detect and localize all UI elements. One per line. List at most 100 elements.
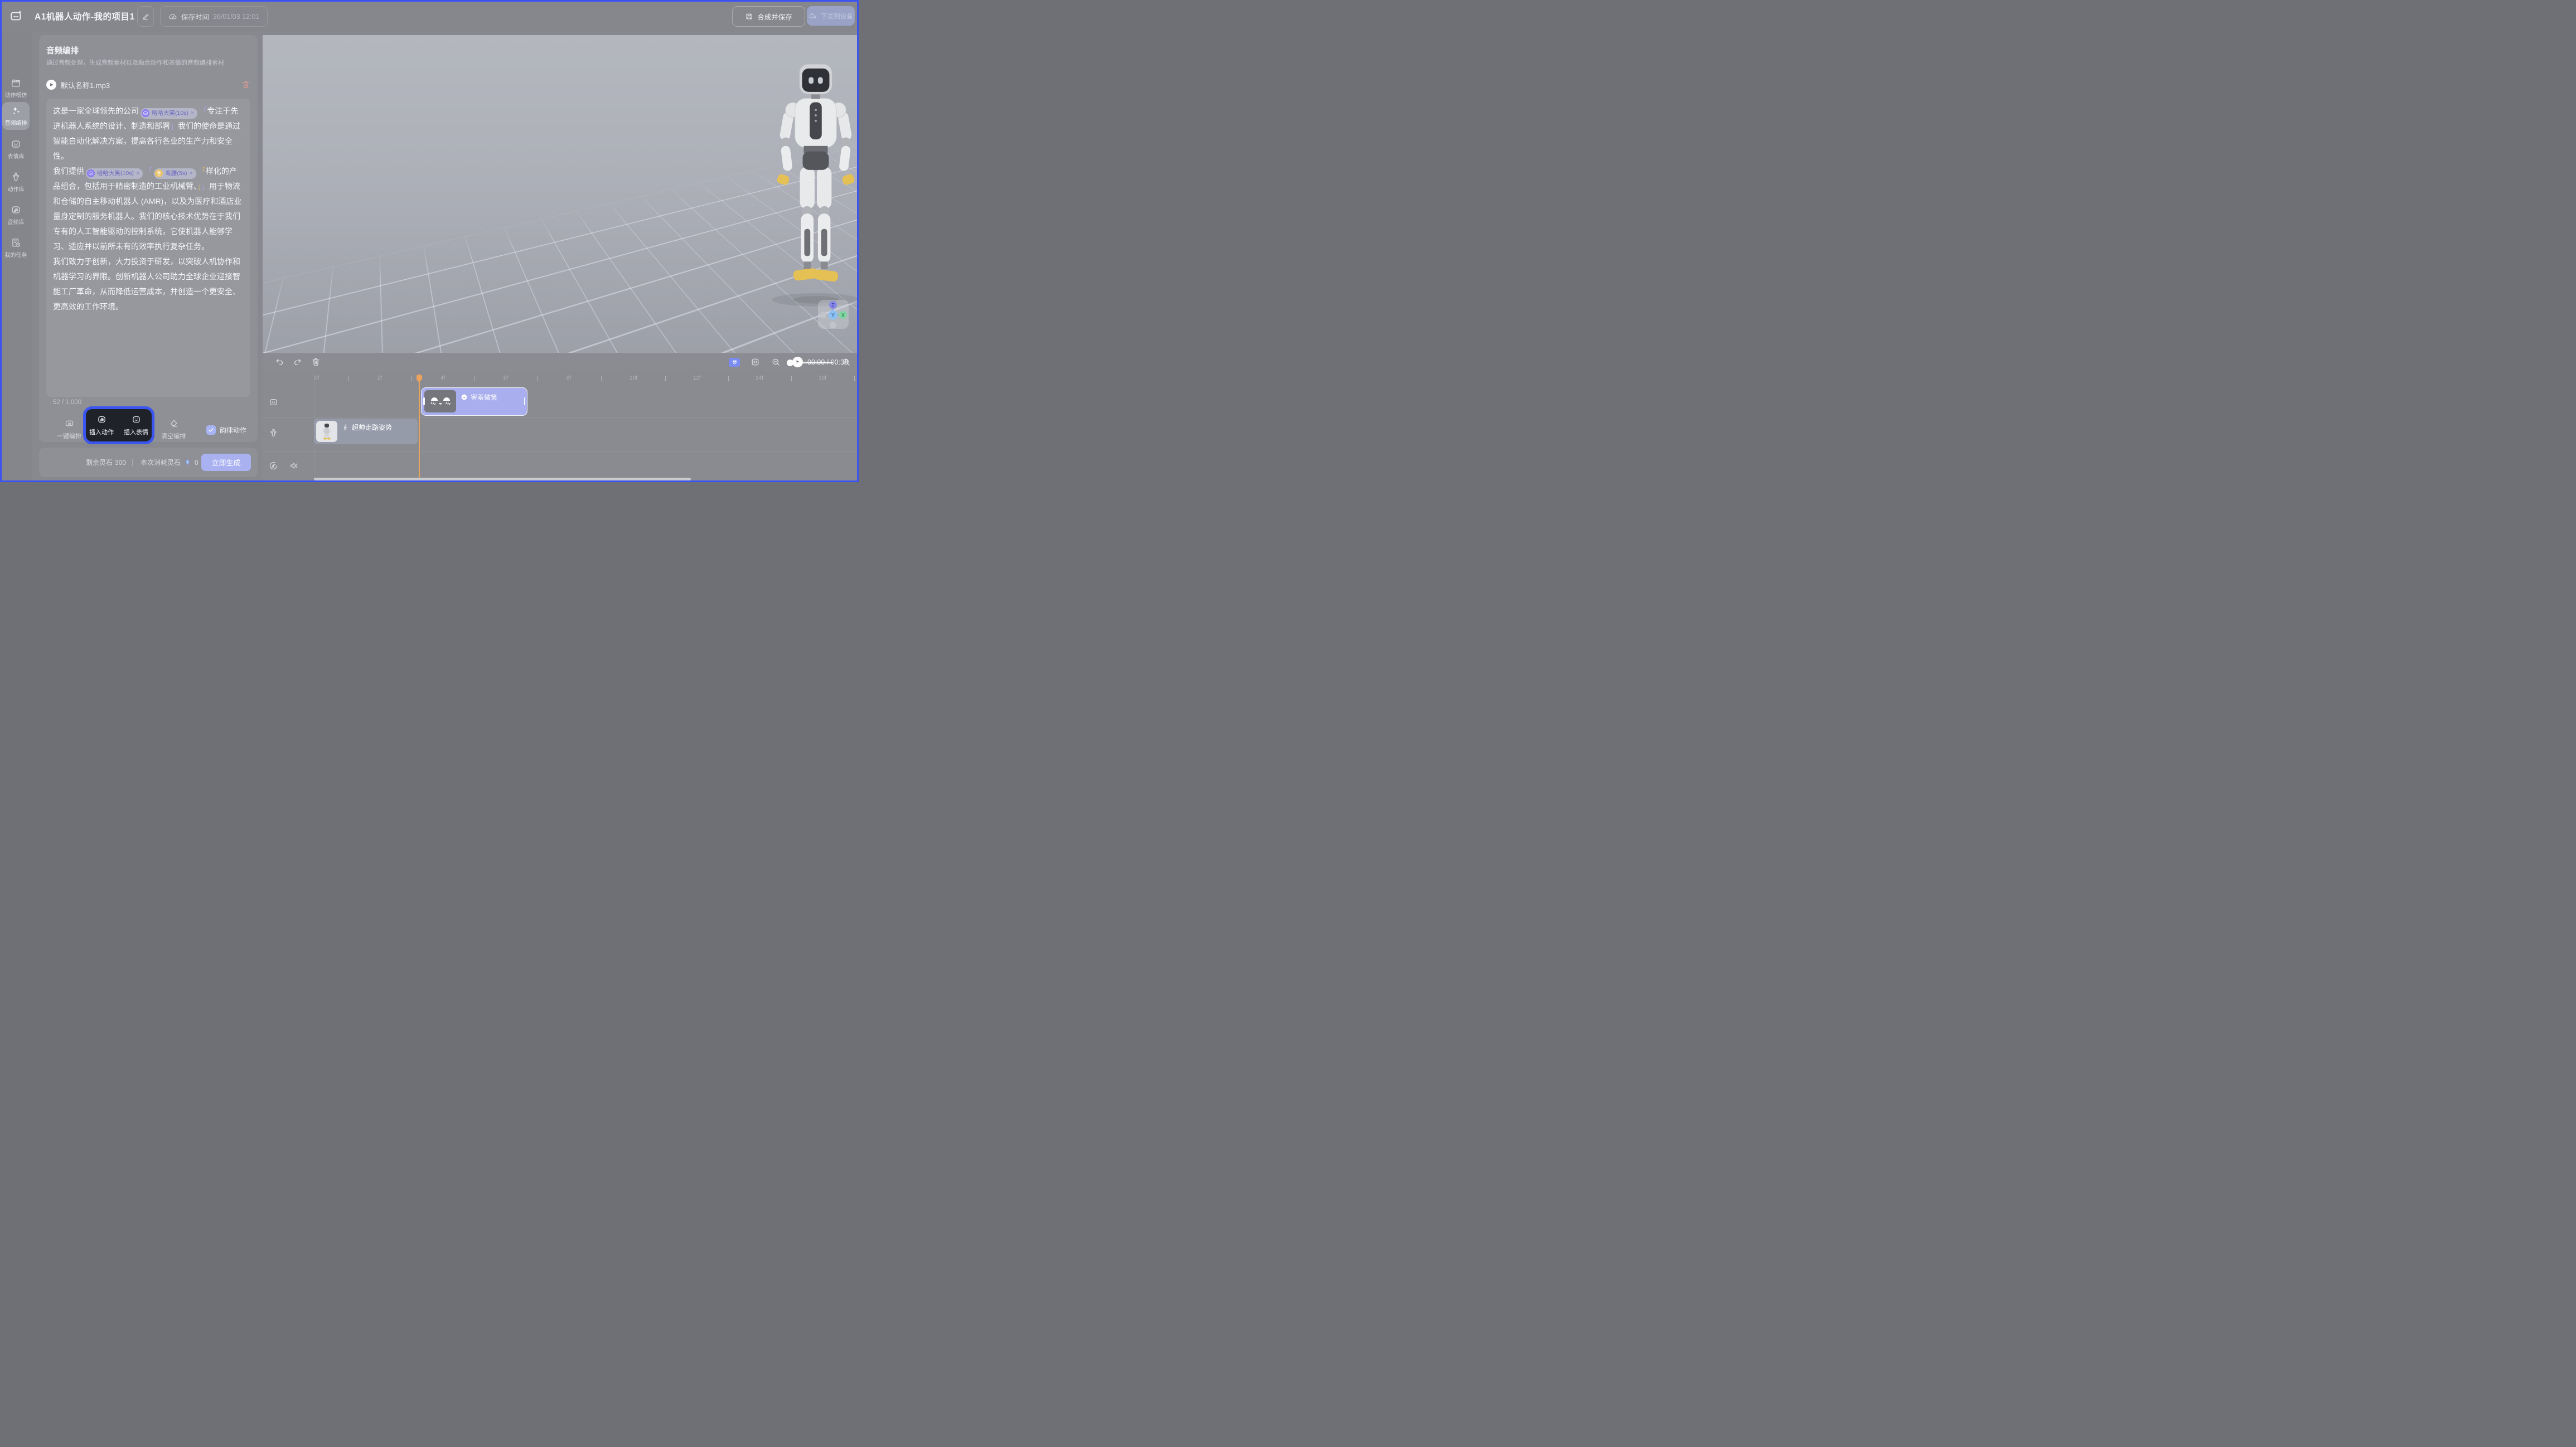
expression-clip-title: 害羞微笑: [461, 392, 497, 402]
clip-resize-handle-left[interactable]: [423, 397, 425, 405]
mini-robot-image: [319, 423, 334, 440]
sidebar-item-label: 动作模仿: [5, 90, 27, 99]
synthesize-save-button[interactable]: 合成并保存: [732, 6, 805, 27]
sidebar-item-motion-library[interactable]: 动作库: [0, 172, 32, 193]
sidebar: 动作模仿 音频编排 表情库 动作库 音频库 我的任务: [0, 32, 32, 482]
ruler-label: 8f: [561, 375, 576, 381]
synthesize-save-label: 合成并保存: [757, 11, 792, 22]
zoom-in-icon[interactable]: [841, 357, 851, 367]
sidebar-item-label: 音频编排: [5, 118, 27, 127]
music-box-icon: [11, 205, 21, 215]
delete-audio-icon[interactable]: [241, 80, 250, 89]
editor-text: 我们提供: [53, 167, 84, 176]
save-icon: [745, 12, 753, 21]
tag-close-icon[interactable]: ×: [191, 110, 194, 116]
rhythm-motion-checkbox[interactable]: [206, 425, 216, 435]
remaining-gems: 剩余灵石 300: [86, 448, 126, 477]
sidebar-item-audio-arrange[interactable]: 音频编排: [2, 102, 30, 130]
audio-file-row: 默认名称1.mp3: [46, 77, 250, 92]
timeline-zoom-slider[interactable]: [788, 362, 833, 363]
save-time-value: 26/01/03 12:01: [213, 13, 259, 21]
clip-resize-handle-right[interactable]: [524, 397, 526, 405]
axis-z-label: Z: [831, 303, 835, 308]
magnet-icon: [732, 360, 738, 366]
rename-project-button[interactable]: [137, 6, 154, 27]
expression-tag[interactable]: 哈哈大笑(10s)×: [86, 168, 143, 179]
insert-motion-button[interactable]: 插入动作: [87, 415, 116, 436]
fit-timeline-icon[interactable]: [750, 357, 760, 367]
ruler-tick: [537, 376, 538, 381]
panel-title: 音频编排: [46, 45, 79, 56]
motion-clip-title: 超帅走路姿势: [342, 423, 392, 432]
motion-track-icon[interactable]: [269, 428, 278, 438]
quote-close: 」: [201, 182, 209, 191]
generate-now-button[interactable]: 立即生成: [201, 454, 251, 471]
redo-icon[interactable]: [293, 357, 302, 367]
cloud-check-icon: [168, 12, 177, 21]
axis-y-label: Y: [831, 313, 835, 319]
delete-clip-icon[interactable]: [311, 357, 321, 367]
sidebar-item-label: 音频库: [8, 217, 25, 226]
ruler-label: 2f: [372, 375, 387, 381]
axis-neg-x-dot: [820, 312, 826, 318]
editor-text: 用于物流和仓储的自主移动机器人 (AMR)，以及为医疗和酒店业量身定制的服务机器…: [53, 182, 241, 251]
sidebar-item-audio-library[interactable]: 音频库: [0, 205, 32, 226]
play-icon: [48, 81, 55, 88]
remaining-gems-value: 300: [115, 459, 126, 467]
expression-tag-icon: [142, 109, 149, 117]
mute-icon[interactable]: [289, 461, 299, 470]
editor-paragraph: 这是一家全球领先的公司哈哈大笑(10s)×「专注于先进机器人系统的设计、制造和部…: [53, 104, 244, 164]
audio-play-button[interactable]: [46, 80, 56, 90]
expression-clip[interactable]: 害羞微笑: [421, 387, 527, 416]
robot-face-icon: [11, 139, 21, 149]
cost-gems-value: 0: [195, 459, 198, 467]
zoom-slider-knob[interactable]: [787, 360, 793, 366]
timeline-horizontal-scrollbar[interactable]: [314, 478, 691, 480]
axis-gizmo[interactable]: Z Y X: [818, 300, 849, 329]
script-editor[interactable]: 这是一家全球领先的公司哈哈大笑(10s)×「专注于先进机器人系统的设计、制造和部…: [46, 99, 250, 397]
one-click-arrange-button[interactable]: 一键编排: [54, 419, 85, 440]
zoom-out-icon[interactable]: [771, 357, 781, 367]
save-time-badge: 保存时间 26/01/03 12:01: [160, 6, 268, 27]
sidebar-item-my-tasks[interactable]: 我的任务: [0, 237, 32, 259]
motion-tag[interactable]: 弯腰(5s)×: [154, 168, 196, 179]
snap-toggle[interactable]: [729, 358, 740, 367]
undo-icon[interactable]: [275, 357, 284, 367]
sparkles-icon: [11, 105, 21, 116]
editor-text: 我们致力于创新，大力投资于研发，以突破人机协作和机器学习的界限。创新机器人公司助…: [53, 257, 240, 311]
audio-track-icon[interactable]: [269, 461, 278, 470]
clear-arrange-label: 清空编排: [161, 431, 186, 440]
check-icon: [208, 427, 214, 433]
ruler-label: 12f: [690, 375, 704, 381]
expression-tag[interactable]: 哈哈大笑(10s)×: [141, 108, 197, 119]
motion-tag-label: 弯腰(5s): [165, 166, 187, 181]
sidebar-item-motion-mimic[interactable]: 动作模仿: [0, 77, 32, 99]
insert-expression-label: 插入表情: [124, 428, 148, 436]
onboarding-spotlight: 插入动作 插入表情: [83, 406, 154, 444]
walking-person-icon: [342, 424, 349, 431]
motion-clip-label: 超帅走路姿势: [352, 423, 392, 432]
playhead[interactable]: [419, 375, 420, 478]
deploy-to-device-label: 下发到设备: [821, 12, 853, 21]
ruler-tick: [665, 376, 666, 381]
deploy-to-device-button[interactable]: 下发到设备: [807, 6, 855, 26]
cost-gems: 本次消耗灵石 0: [141, 448, 198, 477]
tag-close-icon[interactable]: ×: [136, 171, 139, 177]
expression-track-icon[interactable]: [269, 397, 278, 407]
row-divider: [263, 417, 859, 418]
expression-tag-label: 哈哈大笑(10s): [97, 166, 134, 181]
tag-close-icon[interactable]: ×: [189, 171, 192, 177]
save-time-label: 保存时间: [181, 11, 209, 22]
viewport-3d[interactable]: Z Y X: [263, 35, 859, 353]
project-title: A1机器人动作-我的项目1: [35, 0, 135, 32]
sidebar-item-expression-library[interactable]: 表情库: [0, 139, 32, 160]
sidebar-item-label: 动作库: [8, 184, 25, 193]
rhythm-motion-label: 韵律动作: [220, 425, 246, 435]
insert-expression-button[interactable]: 插入表情: [122, 415, 151, 436]
rhythm-motion-option: 韵律动作: [206, 425, 246, 435]
cute-face-icon: [428, 393, 453, 410]
playhead-handle[interactable]: [417, 375, 423, 382]
axis-x-label: X: [841, 313, 845, 318]
clear-arrange-button[interactable]: 清空编排: [158, 419, 189, 440]
motion-clip[interactable]: 超帅走路姿势: [314, 419, 418, 444]
